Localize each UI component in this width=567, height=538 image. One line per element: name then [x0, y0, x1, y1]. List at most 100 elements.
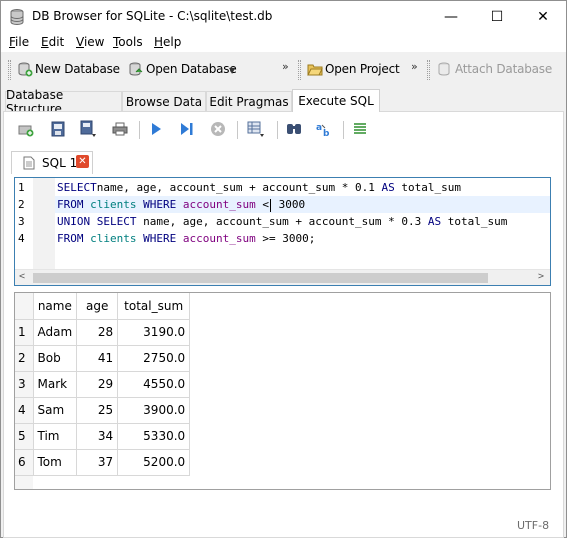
tab-label: Browse Data — [125, 94, 203, 109]
open-database-icon — [129, 62, 143, 76]
menu-help[interactable]: Help — [154, 35, 181, 49]
toolbar-overflow-2[interactable]: » — [411, 60, 418, 73]
tab-execute-sql[interactable]: Execute SQL — [292, 89, 380, 112]
close-button[interactable]: ✕ — [520, 1, 566, 32]
cell-age[interactable]: 41 — [76, 345, 119, 372]
open-tab-button[interactable] — [17, 119, 35, 139]
row-number[interactable]: 5 — [15, 423, 34, 450]
column-header-age[interactable]: age — [76, 293, 119, 320]
open-sql-file-button[interactable] — [49, 119, 67, 139]
sql-keyword: FROM — [57, 232, 84, 245]
table-row[interactable]: 1 Adam 28 3190.0 — [15, 319, 191, 346]
open-project-icon — [307, 64, 323, 76]
cell-age[interactable]: 28 — [76, 319, 119, 346]
menu-view[interactable]: View — [76, 35, 104, 49]
save-results-button[interactable] — [247, 119, 265, 139]
open-project-button[interactable]: Open Project — [307, 59, 400, 79]
save-sql-file-icon — [80, 120, 96, 137]
open-database-label: Open Database — [146, 62, 237, 76]
editor-horizontal-scrollbar[interactable]: < > — [15, 269, 550, 285]
menu-tools[interactable]: Tools — [113, 35, 143, 49]
toolbar-separator — [139, 121, 140, 139]
play-icon — [152, 123, 161, 135]
scroll-right-icon[interactable]: > — [538, 271, 544, 282]
svg-text:b: b — [323, 129, 330, 137]
cell-name[interactable]: Adam — [33, 319, 78, 346]
toolbar-separator — [277, 121, 278, 139]
sql-column-name: account_sum — [182, 232, 256, 245]
row-number[interactable]: 6 — [15, 449, 34, 476]
scrollbar-thumb[interactable] — [33, 273, 488, 283]
svg-text:a: a — [316, 123, 322, 133]
cell-name[interactable]: Sam — [33, 397, 78, 424]
column-header-name[interactable]: name — [33, 293, 78, 320]
cell-total-sum[interactable]: 5330.0 — [117, 423, 191, 450]
tab-edit-pragmas[interactable]: Edit Pragmas — [206, 91, 292, 111]
table-row[interactable]: 4 Sam 25 3900.0 — [15, 397, 191, 424]
row-header-filler — [15, 476, 33, 489]
find-replace-button[interactable]: a b — [315, 119, 333, 139]
new-database-button[interactable]: New Database — [17, 59, 120, 79]
open-project-label: Open Project — [325, 62, 400, 76]
cell-total-sum[interactable]: 5200.0 — [117, 449, 191, 476]
cell-name[interactable]: Tom — [33, 449, 78, 476]
tab-database-structure[interactable]: Database Structure — [5, 88, 122, 116]
close-tab-icon[interactable]: ✕ — [76, 155, 89, 168]
tab-browse-data[interactable]: Browse Data — [122, 91, 206, 111]
cell-name[interactable]: Bob — [33, 345, 78, 372]
cell-total-sum[interactable]: 2750.0 — [117, 345, 191, 372]
corner-cell[interactable] — [15, 293, 34, 320]
row-number[interactable]: 3 — [15, 371, 34, 398]
sql-text: total_sum — [394, 181, 462, 194]
cell-name[interactable]: Mark — [33, 371, 78, 398]
execute-current-line-button[interactable] — [178, 119, 196, 139]
tab-label: Execute SQL — [298, 94, 374, 108]
cell-age[interactable]: 34 — [76, 423, 119, 450]
sql-keyword: AS — [427, 215, 442, 228]
table-row[interactable]: 3 Mark 29 4550.0 — [15, 371, 191, 398]
print-button[interactable] — [111, 119, 129, 139]
row-number[interactable]: 1 — [15, 319, 34, 346]
find-button[interactable] — [285, 119, 303, 139]
toolbar-grip-3[interactable] — [427, 60, 430, 80]
sql-keyword: AS — [381, 181, 395, 194]
stop-execution-button[interactable] — [209, 119, 227, 139]
menu-edit[interactable]: Edit — [41, 35, 64, 49]
cell-total-sum[interactable]: 3190.0 — [117, 319, 191, 346]
attach-database-label: Attach Database — [455, 62, 553, 76]
row-number[interactable]: 2 — [15, 345, 34, 372]
cell-name[interactable]: Tim — [33, 423, 78, 450]
encoding-status: UTF-8 — [517, 519, 550, 532]
toolbar-grip[interactable] — [8, 60, 11, 80]
cell-age[interactable]: 29 — [76, 371, 119, 398]
cell-age[interactable]: 37 — [76, 449, 119, 476]
tab-label: Edit Pragmas — [209, 94, 289, 109]
fold-margin — [33, 178, 55, 269]
toolbar-grip-2[interactable] — [298, 60, 301, 80]
save-sql-file-button[interactable] — [79, 119, 97, 139]
minimize-button[interactable]: — — [428, 1, 474, 32]
row-number[interactable]: 4 — [15, 397, 34, 424]
open-tab-icon — [18, 125, 34, 137]
results-grid[interactable]: name age total_sum 1 Adam 28 3190.0 2 Bob 41 27… — [14, 292, 551, 490]
menu-file[interactable]: File — [9, 35, 29, 49]
column-header-total-sum[interactable]: total_sum — [117, 293, 191, 320]
attach-database-button[interactable]: Attach Database — [437, 59, 552, 79]
scroll-left-icon[interactable]: < — [19, 271, 25, 282]
stop-icon — [211, 122, 225, 136]
cell-total-sum[interactable]: 3900.0 — [117, 397, 191, 424]
cell-total-sum[interactable]: 4550.0 — [117, 371, 191, 398]
table-row[interactable]: 6 Tom 37 5200.0 — [15, 449, 191, 476]
table-row[interactable]: 5 Tim 34 5330.0 — [15, 423, 191, 450]
open-database-dropdown-icon[interactable]: ▼ — [229, 66, 235, 75]
sql-editor-tab[interactable]: SQL 1 ✕ — [11, 151, 93, 174]
open-database-button[interactable]: Open Database — [128, 59, 237, 79]
execute-all-button[interactable] — [147, 119, 165, 139]
toolbar-overflow-1[interactable]: » — [282, 60, 289, 73]
sql-editor[interactable]: 1 2 3 4 SELECTname, age, account_sum + a… — [14, 177, 551, 286]
table-row[interactable]: 2 Bob 41 2750.0 — [15, 345, 191, 372]
comment-lines-button[interactable] — [351, 119, 369, 139]
new-database-icon — [18, 62, 33, 77]
maximize-button[interactable]: ☐ — [474, 1, 520, 32]
cell-age[interactable]: 25 — [76, 397, 119, 424]
